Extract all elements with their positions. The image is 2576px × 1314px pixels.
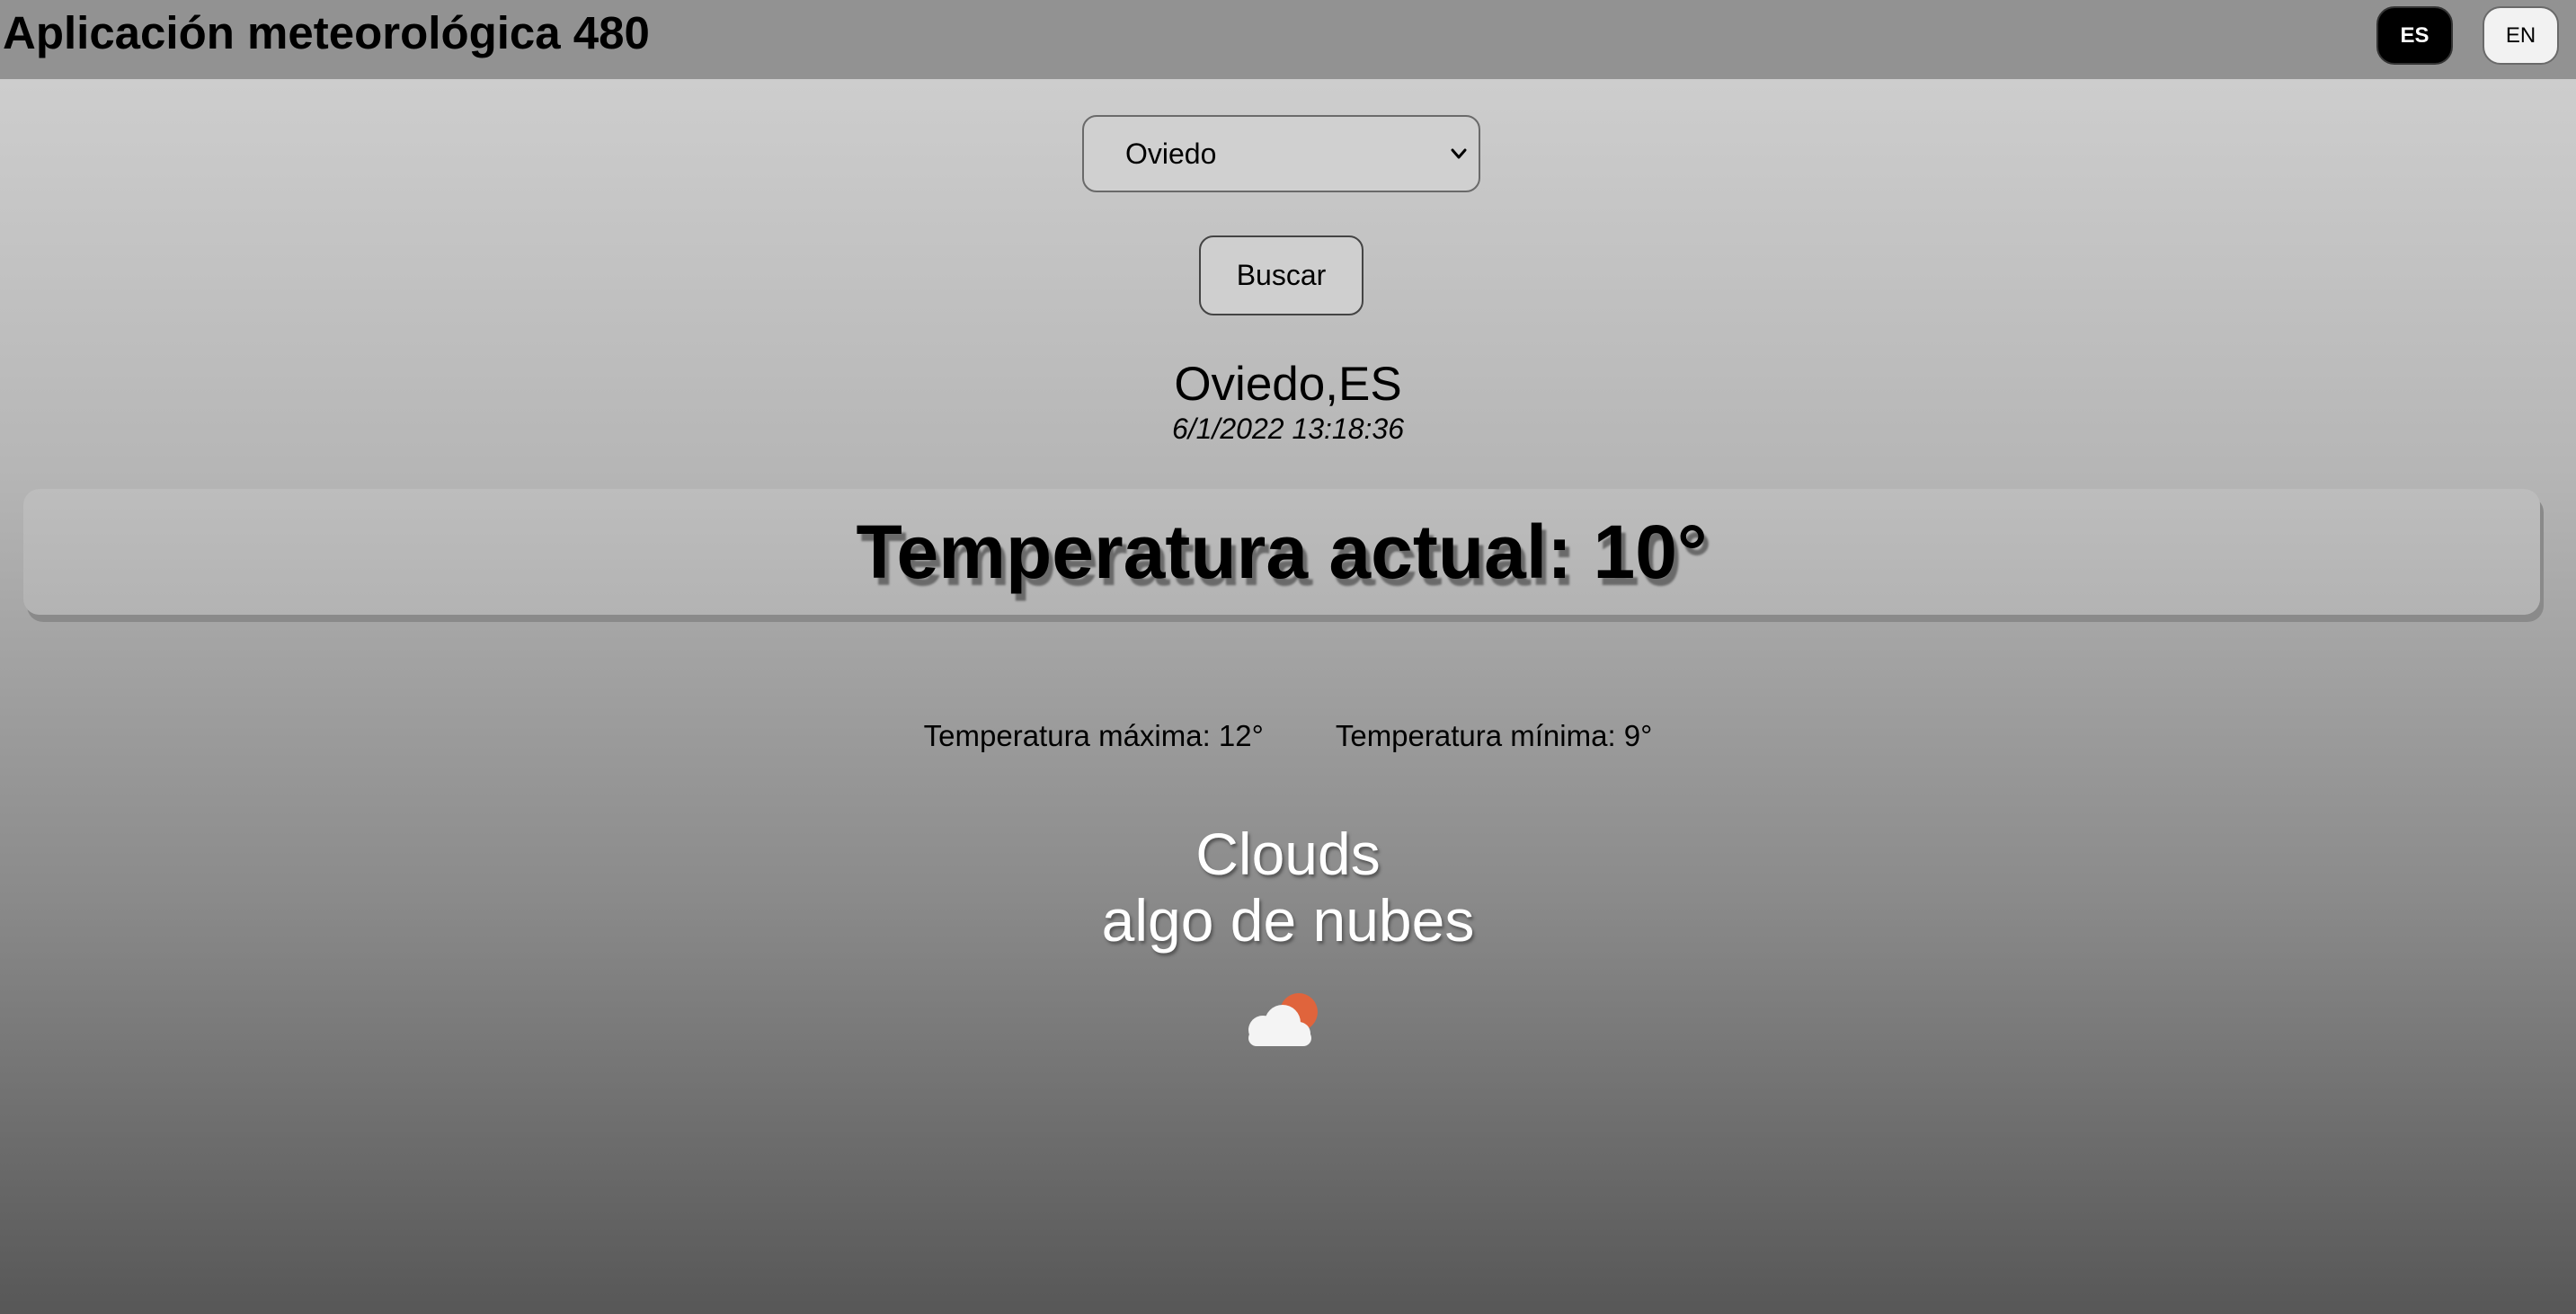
- top-bar: Aplicación meteorológica 480 ES EN: [0, 0, 2576, 79]
- current-temperature: Temperatura actual: 10°: [856, 509, 1708, 594]
- weather-description: algo de nubes: [1101, 887, 1475, 954]
- city-select-value: Oviedo: [1125, 137, 1217, 170]
- location-name: Oviedo,ES: [1174, 358, 1402, 411]
- weather-condition: Clouds: [1195, 821, 1381, 887]
- min-temperature: Temperatura mínima: 9°: [1335, 719, 1653, 752]
- partly-cloudy-icon: [1248, 993, 1318, 1046]
- search-button[interactable]: Buscar: [1199, 235, 1364, 315]
- min-max-temperatures: Temperatura máxima: 12° Temperatura míni…: [0, 719, 2576, 753]
- chevron-down-icon: [1451, 148, 1467, 159]
- language-en-button[interactable]: EN: [2483, 6, 2559, 65]
- date-time: 6/1/2022 13:18:36: [1171, 413, 1404, 445]
- current-temperature-panel: Temperatura actual: 10°: [23, 489, 2540, 615]
- app-title: Aplicación meteorológica 480: [3, 7, 650, 58]
- city-select[interactable]: Oviedo: [1082, 115, 1480, 192]
- max-temperature: Temperatura máxima: 12°: [923, 719, 1264, 752]
- language-es-button[interactable]: ES: [2376, 6, 2453, 65]
